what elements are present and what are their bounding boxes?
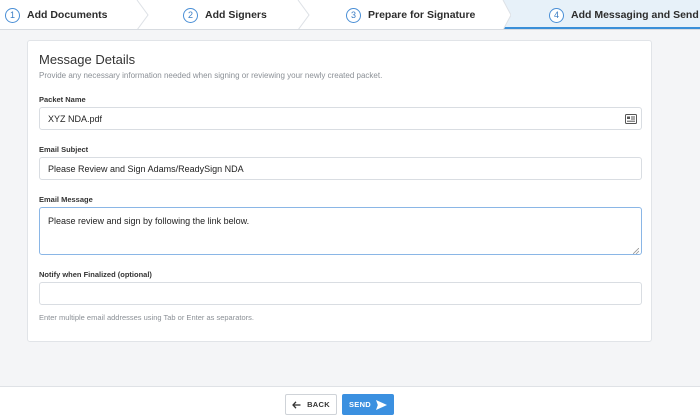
packet-name-value: XYZ NDA.pdf (48, 113, 103, 124)
send-button-label: SEND (348, 400, 372, 409)
back-button-label: BACK (307, 400, 330, 409)
email-subject-value: Please Review and Sign Adams/ReadySign N… (48, 163, 244, 174)
step-add-signers[interactable]: 2 Add Signers (183, 0, 267, 29)
step-label: Add Signers (205, 9, 267, 21)
email-message-label: Email Message (39, 195, 93, 204)
step-add-documents[interactable]: 1 Add Documents (5, 0, 108, 29)
card-title: Message Details (39, 52, 136, 67)
step-number: 1 (5, 7, 20, 23)
back-button[interactable]: BACK (285, 394, 337, 415)
step-label: Prepare for Signature (368, 9, 476, 21)
paper-plane-icon (376, 399, 388, 410)
step-label: Add Messaging and Send (571, 9, 699, 21)
email-subject-input[interactable]: Please Review and Sign Adams/ReadySign N… (39, 157, 642, 180)
step-number: 2 (183, 7, 198, 23)
packet-name-label: Packet Name (39, 95, 86, 104)
packet-name-input[interactable]: XYZ NDA.pdf (39, 107, 642, 130)
notify-label: Notify when Finalized (optional) (39, 270, 152, 279)
send-button[interactable]: SEND (342, 394, 394, 415)
progress-stepper: 1 Add Documents 2 Add Signers 3 Prepare … (0, 0, 700, 30)
email-message-value: Please review and sign by following the … (48, 216, 250, 226)
footer-bar: BACK SEND (0, 386, 700, 420)
step-add-messaging-and-send[interactable]: 4 Add Messaging and Send (549, 0, 699, 29)
notify-help-text: Enter multiple email addresses using Tab… (39, 313, 254, 322)
resize-handle-icon[interactable] (632, 246, 640, 255)
step-number: 3 (346, 7, 361, 23)
message-details-card: Message Details Provide any necessary in… (27, 40, 652, 342)
step-label: Add Documents (27, 9, 108, 21)
chevron-divider-icon (297, 0, 311, 29)
email-subject-label: Email Subject (39, 145, 89, 154)
step-prepare-for-signature[interactable]: 3 Prepare for Signature (346, 0, 476, 29)
notify-email-input[interactable] (39, 282, 642, 305)
arrow-left-icon (292, 400, 301, 409)
chevron-divider-icon (497, 0, 511, 29)
card-subtitle: Provide any necessary information needed… (39, 71, 383, 80)
step-number: 4 (549, 7, 564, 23)
email-message-textarea[interactable]: Please review and sign by following the … (39, 207, 642, 255)
chevron-divider-icon (136, 0, 150, 29)
id-card-icon[interactable] (625, 114, 637, 124)
